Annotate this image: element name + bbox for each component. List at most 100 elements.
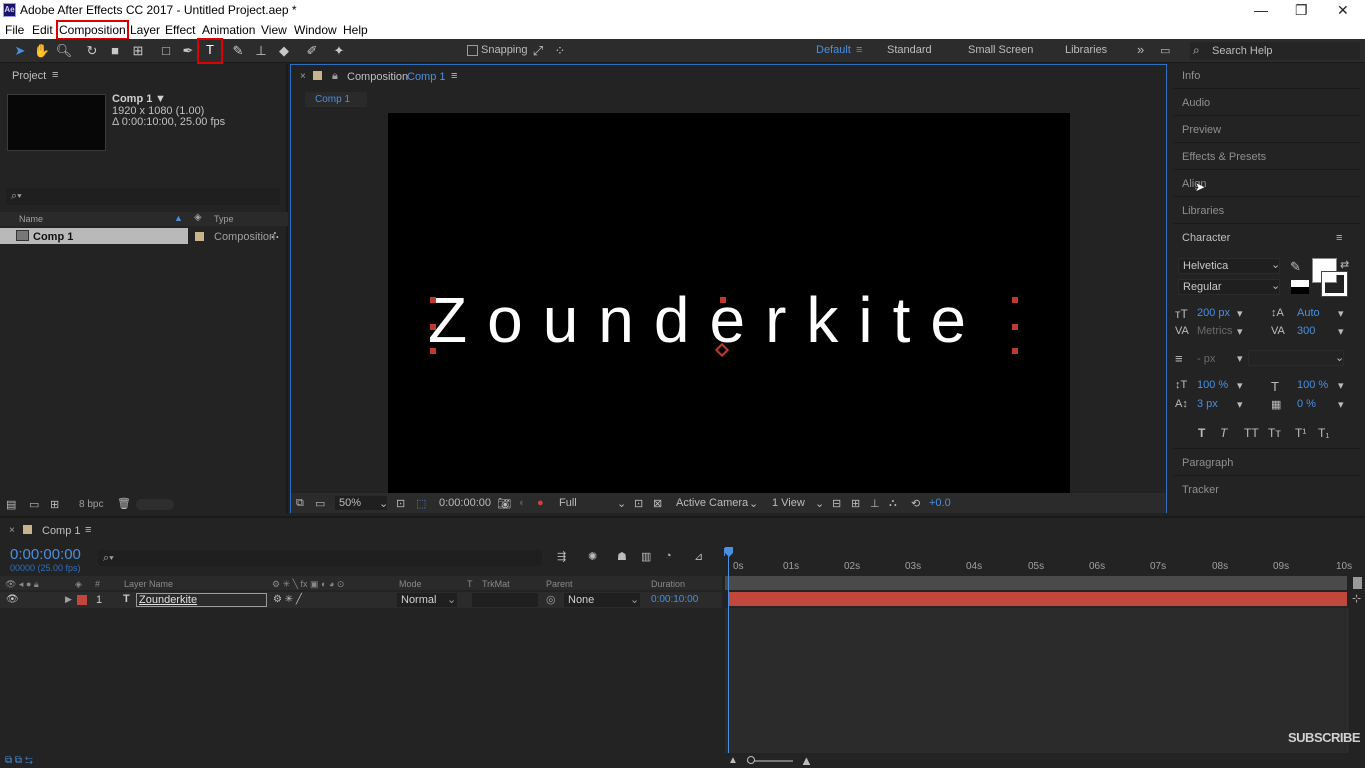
faux-italic-button[interactable]: T [1220,426,1227,440]
layer-duration-bar[interactable] [729,592,1347,606]
hand-tool-icon[interactable]: ✋ [33,42,51,60]
fast-previews-icon[interactable]: ⊞ [851,497,860,510]
new-folder-icon[interactable]: ▭ [29,498,39,511]
layer-duration[interactable]: 0:00:10:00 [651,594,698,605]
puppet-pin-tool-icon[interactable]: ✦ [330,42,348,60]
pick-whip-icon[interactable]: ◎ [546,593,556,606]
comp-subtab[interactable]: Comp 1 [305,92,367,107]
text-handle[interactable] [430,348,436,354]
zoom-tool-icon[interactable]: 🔍︎ [55,42,73,60]
trkmat-dropdown[interactable] [472,593,538,607]
frame-blending-icon[interactable]: ▥ [641,550,651,563]
close-button[interactable]: ✕ [1337,2,1349,19]
rotation-tool-icon[interactable]: ↻ [83,42,101,60]
tsume-value[interactable]: 0 % [1297,398,1316,410]
workspace-small-screen[interactable]: Small Screen [968,44,1033,56]
snapping-checkbox[interactable] [467,45,478,56]
chevron-down-icon[interactable]: ▾ [1338,398,1344,411]
trash-icon[interactable]: 🗑︎ [117,497,131,510]
type-tool-icon[interactable]: T [200,41,220,61]
timeline-search-input[interactable] [98,550,542,566]
maximize-button[interactable]: ❐ [1295,2,1308,19]
menu-animation[interactable]: Animation [202,23,255,37]
vertical-scale-value[interactable]: 100 % [1197,379,1228,391]
comp-dropdown-icon[interactable]: ▼ [155,93,166,105]
kerning-value[interactable]: Metrics [1197,325,1232,337]
swap-colors-icon[interactable]: ⇄ [1340,258,1349,271]
chevron-down-icon[interactable]: ▾ [1237,307,1243,320]
small-caps-button[interactable]: Tт [1268,426,1281,440]
roto-brush-tool-icon[interactable]: ✐ [303,42,321,60]
menu-file[interactable]: File [5,23,24,37]
font-family-dropdown[interactable]: Helvetica [1178,258,1280,274]
flowchart-icon[interactable]: ⛬ [271,229,279,242]
text-handle[interactable] [1012,324,1018,330]
menu-layer[interactable]: Layer [130,23,160,37]
toggle-pixel-aspect-icon[interactable]: ⊟ [832,497,841,510]
snap-option-icon[interactable]: ⤢ [529,42,547,60]
reset-exposure-icon[interactable]: ⟲ [911,497,920,510]
chevron-down-icon[interactable]: ▾ [1338,307,1344,320]
col-name[interactable]: Name [19,214,43,224]
snap-grid-icon[interactable]: ⁘ [551,42,569,60]
chevron-down-icon[interactable]: ▾ [1237,398,1243,411]
layer-row[interactable]: 👁︎ ▶ 1 T Zounderkite ⚙ ✳ ╱ Normal ⌄ ◎ No… [0,592,722,608]
viewer-timecode[interactable]: 0:00:00:00 [439,497,491,509]
menu-edit[interactable]: Edit [32,23,53,37]
timeline-track-area[interactable] [725,608,1349,753]
close-tab-icon[interactable]: × [9,525,15,536]
workspace-menu-icon[interactable]: ≡ [856,44,862,56]
zoom-in-icon[interactable]: ▲ [800,753,813,768]
zoom-slider-knob[interactable] [747,756,755,764]
text-handle[interactable] [1012,297,1018,303]
stroke-width-value[interactable]: - px [1197,353,1215,365]
menu-help[interactable]: Help [343,23,368,37]
transparency-grid-icon[interactable]: ⊠ [653,497,662,510]
col-mode[interactable]: Mode [399,579,422,589]
panel-preview[interactable]: Preview [1182,124,1221,136]
lock-icon[interactable]: 🔒︎ [332,70,338,83]
current-time-indicator[interactable] [728,548,729,753]
menu-effect[interactable]: Effect [165,23,195,37]
font-style-dropdown[interactable]: Regular [1178,279,1280,295]
stroke-style-dropdown[interactable] [1248,350,1344,366]
more-workspaces-icon[interactable]: » [1137,42,1144,57]
subscript-button[interactable]: T₁ [1318,426,1329,440]
safe-margins-icon[interactable]: ⊡ [396,497,405,510]
new-comp-icon[interactable]: ⊞ [50,498,59,511]
flowchart-icon[interactable]: ⛬ [889,497,897,510]
faux-bold-button[interactable]: T [1198,426,1205,440]
baseline-shift-value[interactable]: 3 px [1197,398,1218,410]
parent-dropdown[interactable]: None [564,593,640,607]
leading-value[interactable]: Auto [1297,307,1320,319]
chevron-down-icon[interactable]: ▾ [1237,379,1243,392]
snapshot-icon[interactable]: 📷︎ [497,497,511,510]
tracking-value[interactable]: 300 [1297,325,1315,337]
graph-editor-icon[interactable]: ⊿ [694,550,703,563]
menu-composition[interactable]: Composition [59,23,126,37]
superscript-button[interactable]: T¹ [1295,426,1306,440]
timeline-footer-icons[interactable]: ⧉ ⧉ ⇆ [5,755,33,766]
eyedropper-icon[interactable]: ✎ [1290,259,1301,275]
text-handle[interactable] [430,324,436,330]
eraser-tool-icon[interactable]: ◆ [275,42,293,60]
camera-dropdown[interactable]: Active Camera [672,496,760,510]
workspace-standard[interactable]: Standard [887,44,932,56]
stroke-color-swatch[interactable] [1322,272,1347,296]
all-caps-button[interactable]: TT [1244,426,1259,440]
panel-audio[interactable]: Audio [1182,97,1210,109]
minimize-button[interactable]: — [1254,2,1268,18]
brush-tool-icon[interactable]: ✎ [229,42,247,60]
col-type[interactable]: Type [214,214,234,224]
font-size-value[interactable]: 200 px [1197,307,1230,319]
menu-view[interactable]: View [261,23,287,37]
viewer-text-layer[interactable]: Zounderkite [428,283,986,357]
timeline-menu-icon[interactable]: ≡ [85,524,91,536]
horizontal-scale-value[interactable]: 100 % [1297,379,1328,391]
composition-menu-icon[interactable]: ≡ [451,70,457,82]
col-trkmat[interactable]: TrkMat [482,579,510,589]
channel-icon[interactable]: ● [537,497,544,509]
draft-3d-icon[interactable]: ✺ [588,550,597,563]
sync-settings-icon[interactable]: ▭ [1160,44,1170,57]
zoom-out-icon[interactable]: ▲ [728,755,738,766]
